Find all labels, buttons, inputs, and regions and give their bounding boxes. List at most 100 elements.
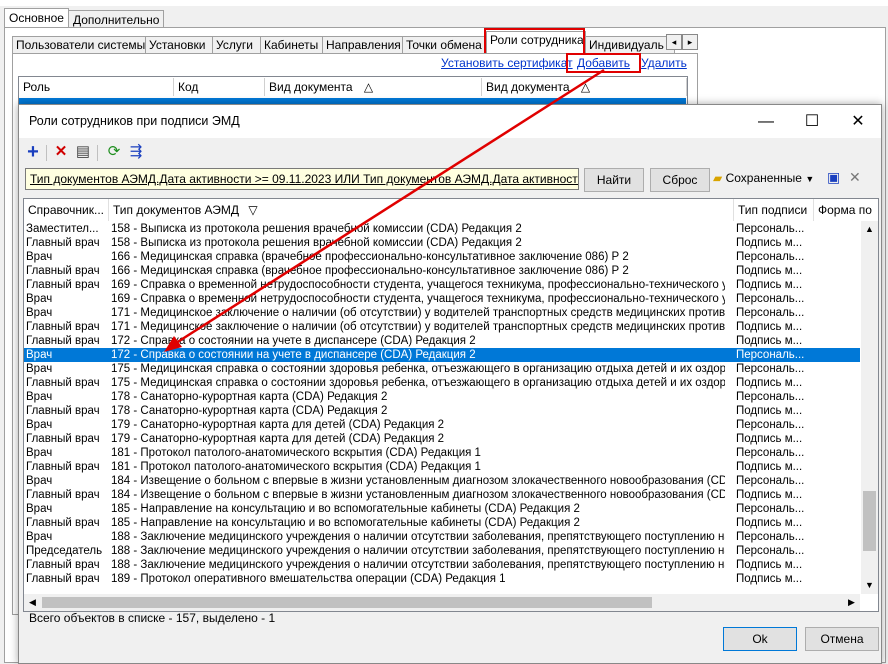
- cell-sign-type: Персональ...: [736, 363, 805, 375]
- save-icon[interactable]: ▣: [827, 169, 840, 186]
- cell-doc-type: 179 - Санаторно-курортная карта для дете…: [111, 433, 445, 445]
- column-aemd-doc-type[interactable]: Тип документов АЭМД ▽: [109, 199, 734, 221]
- close-button[interactable]: ✕: [835, 105, 881, 138]
- column-code[interactable]: Код: [174, 78, 265, 96]
- hscroll-thumb[interactable]: [42, 597, 652, 608]
- scroll-thumb[interactable]: [863, 491, 876, 551]
- sort-asc-icon: △: [363, 80, 374, 94]
- delete-icon[interactable]: ✕: [52, 143, 70, 161]
- column-form[interactable]: Форма по: [814, 199, 878, 221]
- cell-doc-type: 171 - Медицинское заключение о наличии (…: [111, 307, 725, 319]
- folder-icon: ▰: [713, 171, 723, 185]
- add-icon[interactable]: +: [24, 142, 42, 162]
- cell-sign-type: Подпись м...: [736, 433, 803, 445]
- scroll-down-icon[interactable]: ▼: [861, 577, 878, 594]
- tab-main[interactable]: Основное: [4, 8, 69, 29]
- cell-role: Врач: [26, 419, 53, 431]
- find-button[interactable]: Найти: [584, 168, 644, 192]
- table-row[interactable]: Главный врач 169 - Справка о временной не…: [24, 278, 860, 292]
- cell-sign-type: Персональ...: [736, 531, 805, 543]
- horizontal-scrollbar[interactable]: ◀ ▶: [24, 594, 860, 611]
- table-row[interactable]: Главный врач 188 - Заключение медицинског…: [24, 558, 860, 572]
- scroll-left-icon[interactable]: ◀: [24, 594, 41, 611]
- table-row[interactable]: Врач 188 - Заключение медицинского учрежд…: [24, 530, 860, 544]
- table-row[interactable]: Врач 179 - Санаторно-курортная карта для …: [24, 418, 860, 432]
- table-row[interactable]: Главный врач 178 - Санаторно-курортная ка…: [24, 404, 860, 418]
- column-role[interactable]: Роль: [19, 78, 174, 96]
- scroll-up-icon[interactable]: ▲: [861, 221, 878, 238]
- cell-sign-type: Подпись м...: [736, 279, 803, 291]
- vertical-scrollbar[interactable]: ▲ ▼: [861, 221, 878, 594]
- column-doc-type-2-label: Вид документа: [486, 80, 570, 94]
- dialog-title: Роли сотрудников при подписи ЭМД: [29, 114, 240, 128]
- column-sign-type[interactable]: Тип подписи: [734, 199, 814, 221]
- filter-input[interactable]: Тип документов АЭМД.Дата активности >= 0…: [25, 168, 579, 190]
- column-doc-type-1[interactable]: Вид документа △: [265, 78, 482, 96]
- cell-doc-type: 185 - Направление на консультацию и во в…: [111, 503, 580, 515]
- scroll-right-icon[interactable]: ▶: [843, 594, 860, 611]
- cell-role: Врач: [26, 363, 53, 375]
- minimize-button[interactable]: —: [743, 105, 789, 138]
- table-row[interactable]: Главный врач 172 - Справка о состоянии на…: [24, 334, 860, 348]
- table-row[interactable]: Врач 169 - Справка о временной нетрудоспо…: [24, 292, 860, 306]
- column-directory[interactable]: Справочник...: [24, 199, 109, 221]
- tab-scroll-left-button[interactable]: ◂: [666, 34, 682, 50]
- table-row[interactable]: Главный врач 185 - Направление на консуль…: [24, 516, 860, 530]
- column-doc-type-1-label: Вид документа: [269, 80, 353, 94]
- table-row[interactable]: Главный врач 171 - Медицинское заключение…: [24, 320, 860, 334]
- properties-icon[interactable]: ▤: [74, 143, 92, 161]
- reset-button[interactable]: Сброс: [650, 168, 710, 192]
- table-row[interactable]: Врач 172 - Справка о состоянии на учете в…: [24, 348, 860, 362]
- ok-button[interactable]: Ok: [723, 627, 797, 651]
- table-row[interactable]: Заместител... 158 - Выписка из протокола …: [24, 222, 860, 236]
- cell-doc-type: 158 - Выписка из протокола решения враче…: [111, 223, 522, 235]
- table-row[interactable]: Врач 185 - Направление на консультацию и …: [24, 502, 860, 516]
- cell-role: Главный врач: [26, 517, 100, 529]
- cell-doc-type: 172 - Справка о состоянии на учете в дис…: [111, 335, 476, 347]
- table-row[interactable]: Главный врач 175 - Медицинская справка о …: [24, 376, 860, 390]
- cell-doc-type: 188 - Заключение медицинского учреждения…: [111, 545, 725, 557]
- cell-doc-type: 188 - Заключение медицинского учреждения…: [111, 559, 725, 571]
- table-row[interactable]: Врач 178 - Санаторно-курортная карта (CDA…: [24, 390, 860, 404]
- saved-filters-button[interactable]: ▰ Сохраненные ▼: [713, 171, 814, 185]
- table-row[interactable]: Председатель 188 - Заключение медицинског…: [24, 544, 860, 558]
- cell-role: Врач: [26, 447, 53, 459]
- table-row[interactable]: Главный врач 166 - Медицинская справка (в…: [24, 264, 860, 278]
- table-row[interactable]: Врач 175 - Медицинская справка о состояни…: [24, 362, 860, 376]
- export-icon[interactable]: ⇶: [127, 143, 145, 161]
- table-row[interactable]: Главный врач 158 - Выписка из протокола р…: [24, 236, 860, 250]
- cell-sign-type: Подпись м...: [736, 321, 803, 333]
- toolbar-separator: [46, 145, 47, 161]
- highlight-roles-tab: [484, 28, 585, 56]
- cell-doc-type: 178 - Санаторно-курортная карта (CDA) Ре…: [111, 405, 388, 417]
- cancel-button[interactable]: Отмена: [805, 627, 879, 651]
- cell-role: Врач: [26, 251, 53, 263]
- table-row[interactable]: Главный врач 181 - Протокол патолого-анат…: [24, 460, 860, 474]
- table-row[interactable]: Врач 181 - Протокол патолого-анатомическо…: [24, 446, 860, 460]
- dialog-toolbar: + ✕ ▤ ⟳ ⇶: [19, 139, 881, 165]
- cell-doc-type: 169 - Справка о временной нетрудоспособн…: [111, 279, 725, 291]
- cell-sign-type: Персональ...: [736, 475, 805, 487]
- cell-doc-type: 166 - Медицинская справка (врачебное про…: [111, 265, 629, 277]
- table-row[interactable]: Главный врач 179 - Санаторно-курортная ка…: [24, 432, 860, 446]
- cell-role: Главный врач: [26, 377, 100, 389]
- delete-link[interactable]: Удалить: [641, 56, 687, 70]
- table-row[interactable]: Врач 184 - Извещение о больном с впервые …: [24, 474, 860, 488]
- table-row[interactable]: Врач 171 - Медицинское заключение о налич…: [24, 306, 860, 320]
- highlight-add-link: [566, 53, 641, 73]
- cell-doc-type: 169 - Справка о временной нетрудоспособн…: [111, 293, 725, 305]
- table-row[interactable]: Главный врач 184 - Извещение о больном с …: [24, 488, 860, 502]
- maximize-button[interactable]: ☐: [789, 105, 835, 138]
- table-row[interactable]: Врач 166 - Медицинская справка (врачебное…: [24, 250, 860, 264]
- clear-filter-icon[interactable]: ✕: [849, 169, 861, 186]
- install-certificate-link[interactable]: Установить сертификат: [441, 56, 573, 70]
- table-row[interactable]: Главный врач 189 - Протокол оперативного …: [24, 572, 860, 586]
- refresh-icon[interactable]: ⟳: [105, 143, 123, 161]
- cell-role: Главный врач: [26, 573, 100, 585]
- cell-doc-type: 185 - Направление на консультацию и во в…: [111, 517, 580, 529]
- cell-sign-type: Персональ...: [736, 307, 805, 319]
- cell-doc-type: 172 - Справка о состоянии на учете в дис…: [111, 349, 476, 361]
- column-doc-type-2[interactable]: Вид документа △: [482, 78, 687, 96]
- cell-role: Врач: [26, 391, 53, 403]
- tab-scroll-right-button[interactable]: ▸: [682, 34, 698, 50]
